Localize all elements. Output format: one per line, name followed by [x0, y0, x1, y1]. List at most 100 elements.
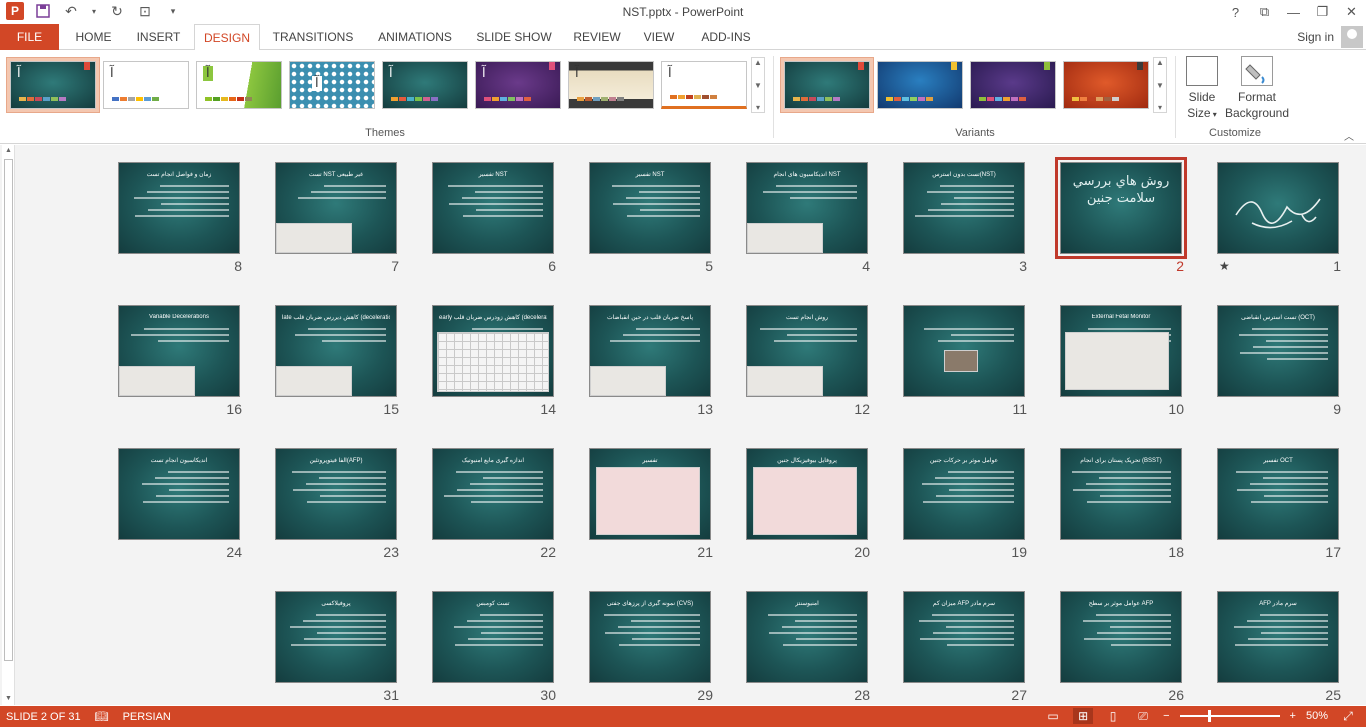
slide-size-button[interactable]: Slide Size ▾	[1182, 56, 1222, 123]
tab-file[interactable]: FILE	[0, 24, 59, 50]
theme-color-swatches	[484, 97, 531, 101]
slide-show-view-icon[interactable]: ⎚	[1133, 708, 1153, 724]
slide-thumbnail[interactable]: اندیکاسیون انجام تست	[118, 448, 240, 540]
ribbon-display-options-icon[interactable]: ⧉	[1250, 0, 1279, 24]
slide-thumbnail[interactable]: تست بدون استرس(NST)	[903, 162, 1025, 254]
zoom-level[interactable]: 50%	[1306, 710, 1328, 722]
slide-thumbnail[interactable]: تحریک پستان برای انجام (BSST)	[1060, 448, 1182, 540]
collapse-ribbon-icon[interactable]: ︿	[1344, 128, 1354, 143]
slide-thumbnail[interactable]: تفسیر NST	[432, 162, 554, 254]
slide-thumbnail[interactable]: زمان و فواصل انجام تست	[118, 162, 240, 254]
status-left: SLIDE 2 OF 31 📖︎ PERSIAN	[6, 710, 171, 724]
slide-counter[interactable]: SLIDE 2 OF 31	[6, 711, 81, 723]
slide-thumbnail[interactable]: تست NST غیر طبیعی	[275, 162, 397, 254]
sign-in-link[interactable]: Sign in	[1297, 30, 1334, 44]
tab-insert[interactable]: INSERT	[130, 24, 187, 50]
slide-thumbnail[interactable]: تست کومبس	[432, 591, 554, 683]
theme-glyph: آ	[17, 66, 21, 81]
tab-home[interactable]: HOME	[66, 24, 121, 50]
spell-check-icon[interactable]: 📖︎	[95, 710, 109, 723]
tab-transitions[interactable]: TRANSITIONS	[267, 24, 359, 50]
close-icon[interactable]: ✕	[1337, 0, 1366, 24]
slide-thumbnail[interactable]	[1217, 162, 1339, 254]
variant-purple[interactable]	[970, 61, 1056, 109]
tab-add-ins[interactable]: ADD-INS	[692, 24, 760, 50]
normal-view-icon[interactable]: ▭	[1043, 708, 1063, 724]
tab-slide-show[interactable]: SLIDE SHOW	[470, 24, 558, 50]
zoom-slider-knob[interactable]	[1207, 710, 1211, 722]
animation-star-icon[interactable]: ★	[1219, 259, 1230, 273]
slide-body-text	[600, 614, 700, 650]
slide-thumbnail[interactable]: روش هاي بررسي سلامت جنين	[1055, 157, 1187, 259]
gallery-more-icon[interactable]: ▾	[1158, 103, 1162, 112]
scroll-down-arrow-icon[interactable]: ▼	[2, 693, 15, 705]
zoom-slider[interactable]	[1179, 710, 1280, 722]
reading-view-icon[interactable]: ▯	[1103, 708, 1123, 724]
theme-office[interactable]: آ	[103, 61, 189, 109]
scrollbar-thumb[interactable]	[4, 159, 13, 661]
slide-thumbnail[interactable]: Variable Decelerations	[118, 305, 240, 397]
slide-thumbnail[interactable]: تفسیر NST	[589, 162, 711, 254]
scroll-up-icon[interactable]: ▲	[754, 58, 762, 67]
slide-thumbnail[interactable]: External Fetal Monitor	[1060, 305, 1182, 397]
theme-ion[interactable]: آ	[382, 61, 468, 109]
slide-thumbnail[interactable]: پروفیلاکسی	[275, 591, 397, 683]
slide-thumbnail[interactable]: نمونه گیری از پرزهای جفتی (CVS)	[589, 591, 711, 683]
scroll-down-icon[interactable]: ▼	[1156, 81, 1164, 90]
variant-teal[interactable]	[784, 61, 870, 109]
slide-thumbnail[interactable]: تفسیر OCT	[1217, 448, 1339, 540]
slide-thumbnail[interactable]: اندیکاسیون های انجام NST	[746, 162, 868, 254]
slide-thumbnail[interactable]: آلفا فیتوپروتئین(AFP)	[275, 448, 397, 540]
variant-blue[interactable]	[877, 61, 963, 109]
user-avatar[interactable]	[1341, 26, 1363, 48]
vertical-scrollbar[interactable]: ▲ ▼	[2, 145, 15, 705]
theme-organic-purple[interactable]: آ	[475, 61, 561, 109]
theme-ion-boardroom[interactable]: آ	[10, 61, 96, 109]
slide-thumbnail[interactable]	[903, 305, 1025, 397]
slide-thumbnail[interactable]: عوامل موثر بر سطح AFP	[1060, 591, 1182, 683]
slide-body-text	[914, 614, 1014, 650]
slide-title: External Fetal Monitor	[1091, 314, 1151, 320]
slide-thumbnail[interactable]: تست استرس انقباضی (OCT)	[1217, 305, 1339, 397]
theme-facet[interactable]: آ	[196, 61, 282, 109]
format-background-button[interactable]: Format Background	[1224, 56, 1290, 121]
scroll-up-icon[interactable]: ▲	[1156, 58, 1164, 67]
variants-gallery-scroll[interactable]: ▲ ▼ ▾	[1153, 57, 1167, 113]
language-indicator[interactable]: PERSIAN	[123, 711, 171, 723]
scroll-down-icon[interactable]: ▼	[754, 81, 762, 90]
slide-thumbnail[interactable]: عوامل موثر بر حرکات جنین	[903, 448, 1025, 540]
gallery-more-icon[interactable]: ▾	[756, 103, 760, 112]
tab-review[interactable]: REVIEW	[567, 24, 627, 50]
fit-slide-to-window-icon[interactable]: ⤢	[1338, 708, 1358, 724]
theme-slice[interactable]: آ	[661, 61, 747, 109]
themes-gallery-scroll[interactable]: ▲ ▼ ▾	[751, 57, 765, 113]
minimize-icon[interactable]: —	[1279, 0, 1308, 24]
zoom-out-icon[interactable]: −	[1163, 710, 1169, 722]
slide-thumbnail[interactable]: early کاهش زودرس ضربان قلب (deceleration…	[432, 305, 554, 397]
slide-image	[747, 366, 823, 396]
zoom-in-icon[interactable]: +	[1290, 710, 1296, 722]
slide-thumbnail[interactable]: late کاهش دیررس ضربان قلب (deceleration)	[275, 305, 397, 397]
theme-color-swatches	[577, 97, 624, 101]
tab-design[interactable]: DESIGN	[194, 24, 260, 51]
tab-animations[interactable]: ANIMATIONS	[368, 24, 462, 50]
slide-thumbnail[interactable]: روش انجام تست	[746, 305, 868, 397]
restore-icon[interactable]: ❐	[1308, 0, 1337, 24]
slide-body-text	[1071, 614, 1171, 650]
slide-thumbnail[interactable]: آمنیوسنتز	[746, 591, 868, 683]
tab-view[interactable]: VIEW	[636, 24, 682, 50]
slide-thumbnail[interactable]: میزان کم AFP سرم مادر	[903, 591, 1025, 683]
help-icon[interactable]: ?	[1221, 0, 1250, 24]
scroll-up-arrow-icon[interactable]: ▲	[2, 145, 15, 157]
variant-orange[interactable]	[1063, 61, 1149, 109]
slide-thumbnail[interactable]: تفسیر	[589, 448, 711, 540]
slide-number: 28	[854, 687, 870, 703]
theme-retrospect[interactable]: آ	[568, 61, 654, 109]
slide-thumbnail[interactable]: اندازه گیری مایع آمنیوتیک	[432, 448, 554, 540]
slide-thumbnail[interactable]: پاسخ ضربان قلب در حین انقباضات	[589, 305, 711, 397]
slide-number: 24	[226, 544, 242, 560]
slide-sorter-view-icon[interactable]: ⊞	[1073, 708, 1094, 724]
theme-integral[interactable]: آ	[289, 61, 375, 109]
slide-thumbnail[interactable]: پروفایل بیوفیزیکال جنین	[746, 448, 868, 540]
slide-thumbnail[interactable]: AFP سرم مادر	[1217, 591, 1339, 683]
